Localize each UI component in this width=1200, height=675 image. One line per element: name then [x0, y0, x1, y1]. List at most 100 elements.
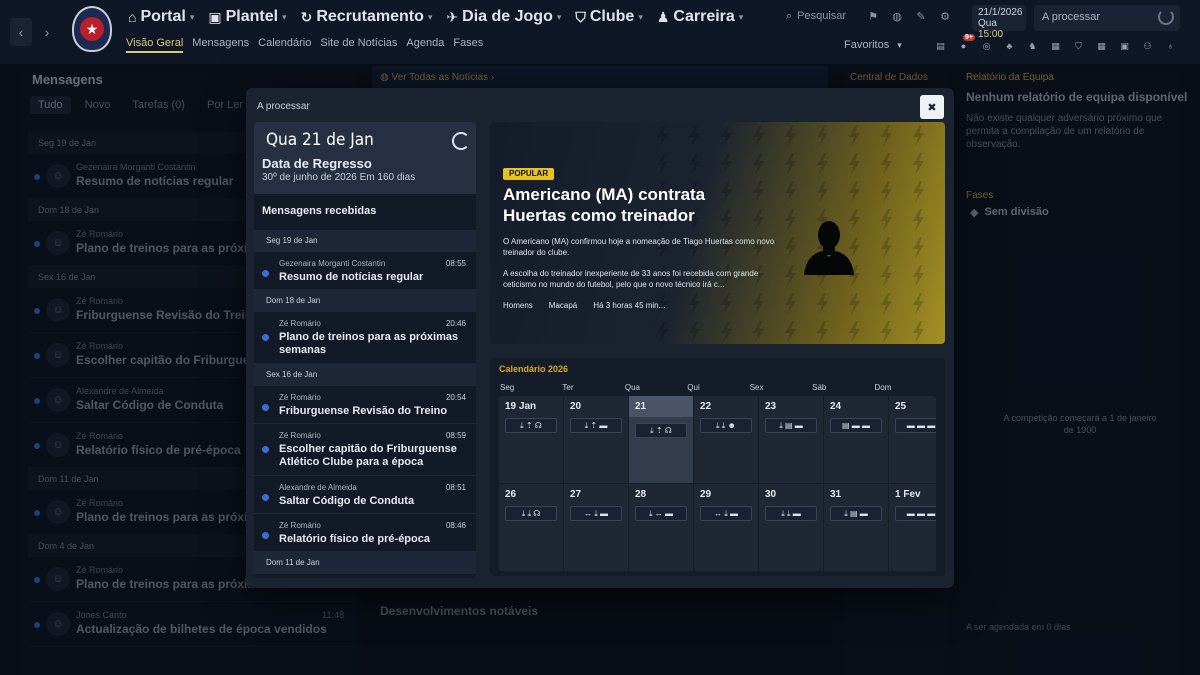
news-tags: Homens Macapá Há 3 horas 45 min... [503, 301, 665, 310]
calendar-day-number: 23 [765, 401, 777, 412]
edit-icon[interactable]: ✎ [914, 9, 928, 23]
subnav-agenda[interactable]: Agenda [406, 37, 444, 53]
continue-button[interactable]: A processar [1034, 5, 1180, 31]
news-card[interactable]: POPULAR Americano (MA) contrata Huertas … [490, 122, 945, 344]
message-subject: Friburguense Revisão do Treino [279, 405, 448, 417]
calendar-day[interactable]: 25 ▬ ▬ ▬ [889, 396, 936, 484]
calendar-day[interactable]: 30 ⤓ ⤓ ▬ [759, 484, 824, 572]
gear-icon[interactable]: ⚙ [938, 9, 952, 23]
subnav-site-noticias[interactable]: Site de Notícias [320, 37, 397, 53]
subnav-visao-geral[interactable]: Visão Geral [126, 37, 184, 53]
return-date-value: 30º de junho de 2026 Em 160 dias [262, 172, 416, 183]
flag-icon[interactable]: ⚑ [866, 9, 880, 23]
people-icon[interactable]: ⚇ [1141, 40, 1154, 52]
calendar-day-number: 24 [830, 401, 842, 412]
calendar-panel: Calendário 2026 Seg Ter Qua Qui Sex Sáb … [490, 358, 945, 576]
calendar-day[interactable]: 1 Fev ▬ ▬ ▬ [889, 484, 936, 572]
date-header: Dom 11 de Jan [254, 552, 476, 574]
message-subject: Plano de treinos para as próximas semana… [279, 331, 459, 356]
calendar-events-icon: ⤓ ▤ ▬ [830, 506, 882, 521]
message-time: 08:55 [445, 259, 466, 268]
weekday-label: Ter [562, 383, 574, 392]
list-item[interactable]: Zé Romário Relatório físico de pré-época 0… [254, 514, 476, 552]
calendar-events-icon: ↔ ⤓ ▬ [700, 506, 752, 521]
loading-spinner-icon [452, 132, 470, 150]
calendar-day[interactable]: 31 ⤓ ▤ ▬ [824, 484, 889, 572]
message-sender: Alexandre de Almeida [279, 483, 357, 492]
nav-portal[interactable]: ⌂ Portal ▾ [128, 8, 194, 26]
coins-icon[interactable]: ▦ [1049, 40, 1062, 52]
favorites-dropdown[interactable]: Favoritos ▾ [844, 39, 902, 51]
calendar-day[interactable]: 29 ↔ ⤓ ▬ [694, 484, 759, 572]
calendar-day[interactable]: 21 ⤓ ⇡ ☊ [629, 396, 694, 484]
nav-clube[interactable]: ⛉ Clube ▾ [575, 8, 642, 26]
subnav-fases[interactable]: Fases [453, 37, 483, 53]
calendar-day-number: 30 [765, 489, 777, 500]
message-time: 08:51 [445, 483, 466, 492]
nav-recrutamento[interactable]: ↻ Recrutamento ▾ [301, 8, 433, 26]
modal-date-header: Qua 21 de Jan Data de Regresso 30º de ju… [254, 122, 476, 194]
nav-dia-de-jogo[interactable]: ✈ Dia de Jogo ▾ [446, 8, 561, 26]
calendar-grid: 19 Jan ⤓ ⇡ ☊ 20 ⤓ ⇡ ▬ 21 ⤓ ⇡ ☊ 22 ⤓ ⤓ ☻ 23 ⤓ ▤ ▬ 2… [499, 396, 936, 572]
list-item[interactable]: Gezenaira Morganti Costantin Resumo de no… [254, 252, 476, 290]
calendar-day-number: 29 [700, 489, 712, 500]
calendar-day[interactable]: 19 Jan ⤓ ⇡ ☊ [499, 396, 564, 484]
shield-small-icon[interactable]: ⛉ [1072, 40, 1085, 52]
calendar-day-number: 31 [830, 489, 842, 500]
calendar-day[interactable]: 22 ⤓ ⤓ ☻ [694, 396, 759, 484]
news-tag[interactable]: Homens [503, 301, 533, 310]
processing-modal: A processar ✖ Qua 21 de Jan Data de Regr… [246, 88, 954, 588]
subnav-mensagens[interactable]: Mensagens [192, 37, 249, 53]
calendar-day[interactable]: 23 ⤓ ▤ ▬ [759, 396, 824, 484]
whistle-icon: ✈ [446, 8, 459, 25]
shirt-icon: ▣ [208, 8, 222, 25]
inbox-icon[interactable]: ▤ [934, 40, 947, 52]
calendar-day[interactable]: 28 ⤓ ↔ ▬ [629, 484, 694, 572]
main-nav: ⌂ Portal ▾ ▣ Plantel ▾ ↻ Recrutamento ▾ ✈ Dia d… [128, 6, 743, 28]
club-crest[interactable]: ★ [72, 6, 112, 52]
list-item[interactable]: Zé Romário Plano de treinos para as próxi… [254, 312, 476, 364]
unread-dot-icon [262, 532, 269, 539]
received-messages-list: Seg 19 de Jan Gezenaira Morganti Costanti… [254, 230, 476, 574]
calendar-day[interactable]: 20 ⤓ ⇡ ▬ [564, 396, 629, 484]
message-time: 08:59 [445, 431, 466, 440]
list-item[interactable]: Alexandre de Almeida Saltar Código de Con… [254, 476, 476, 514]
shirt-small-icon[interactable]: ▣ [1118, 40, 1131, 52]
home-icon: ⌂ [128, 9, 137, 25]
notifications-icon[interactable]: ● 9+ [957, 34, 975, 52]
calendar-day[interactable]: 24 ▤ ▬ ▬ [824, 396, 889, 484]
news-tag[interactable]: Macapá [549, 301, 577, 310]
unread-dot-icon [262, 446, 269, 453]
nav-plantel[interactable]: ▣ Plantel ▾ [208, 8, 286, 26]
forward-arrow-icon[interactable]: › [36, 18, 58, 46]
calendar-events-icon: ⤓ ⤓ ▬ [765, 506, 817, 521]
news-headline: Americano (MA) contrata Huertas como tre… [503, 185, 706, 225]
message-subject: Escolher capitão do Friburguense Atlétic… [279, 443, 457, 468]
calendar-icon[interactable]: ▦ [1095, 40, 1108, 52]
loading-spinner-icon [1158, 9, 1174, 25]
network-icon[interactable]: ♁ [1164, 40, 1177, 52]
modal-title: A processar [257, 101, 310, 112]
target-icon[interactable]: ◎ [980, 40, 993, 52]
search-button[interactable]: ⌕ Pesquisar [786, 6, 858, 26]
calendar-day[interactable]: 26 ⤓ ⤓ ☊ [499, 484, 564, 572]
close-button[interactable]: ✖ [920, 95, 944, 119]
weekday-label: Sáb [812, 383, 827, 392]
calendar-day-number: 20 [570, 401, 582, 412]
star-icon: ★ [80, 17, 104, 41]
nav-carreira[interactable]: ♟ Carreira ▾ [657, 8, 743, 26]
list-item[interactable]: Zé Romário Escolher capitão do Friburguen… [254, 424, 476, 476]
current-date: Qua 21 de Jan [266, 130, 374, 150]
list-item[interactable]: Zé Romário Friburguense Revisão do Treino… [254, 386, 476, 424]
message-time: 20:54 [445, 393, 466, 402]
training-icon[interactable]: ♞ [1026, 40, 1039, 52]
date-header: Seg 19 de Jan [254, 230, 476, 252]
subnav-calendario[interactable]: Calendário [258, 37, 311, 53]
search-icon: ⌕ [786, 9, 793, 22]
tactics-icon[interactable]: ♣ [1003, 40, 1016, 52]
game-date[interactable]: 21/1/2026 Qua 15:00 [972, 5, 1026, 40]
weekday-label: Seg [500, 383, 515, 392]
globe-icon[interactable]: ◍ [890, 9, 904, 23]
back-arrow-icon[interactable]: ‹ [10, 18, 32, 46]
calendar-day[interactable]: 27 ↔ ⤓ ▬ [564, 484, 629, 572]
